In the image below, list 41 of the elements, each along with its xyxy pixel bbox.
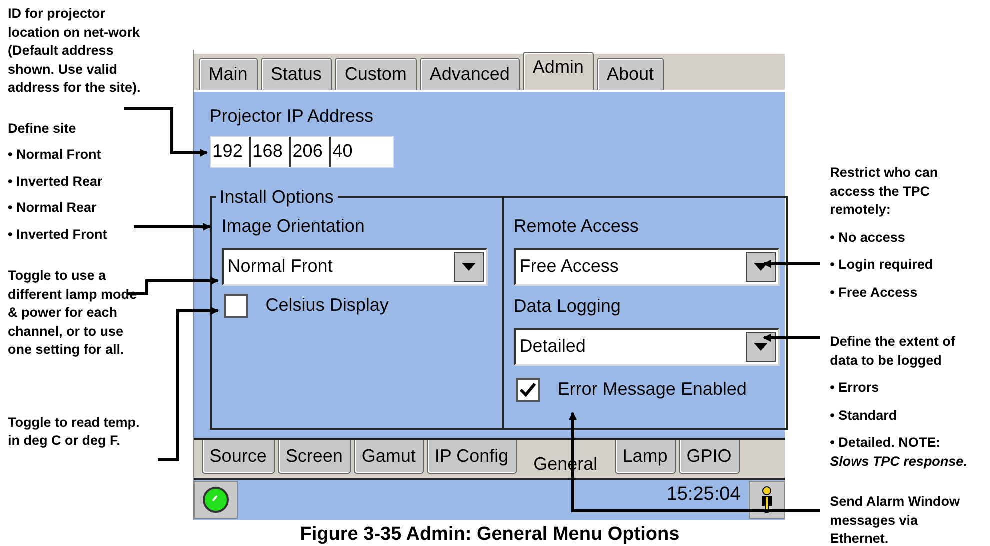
- annotation-text: Send Alarm Window messages via Ethernet.: [830, 493, 962, 546]
- ip-address-field[interactable]: 192 168 206 40: [210, 136, 394, 168]
- tab[interactable]: IP Config: [426, 440, 517, 474]
- tab[interactable]: Advanced: [420, 58, 520, 90]
- field-label: Image Orientation: [222, 214, 366, 238]
- checkbox-label: Celsius Display: [266, 295, 389, 316]
- figure-caption: Figure 3-35 Admin: General Menu Options: [299, 524, 681, 546]
- dropdown[interactable]: Normal Front: [222, 248, 488, 286]
- dropdown[interactable]: Detailed: [514, 328, 780, 366]
- annotation-text: ID for projector location on net-work (Default address shown. Use valid address for the site).: [8, 5, 142, 97]
- field-label: Remote Access: [514, 214, 640, 238]
- tab[interactable]: GPIO: [678, 440, 740, 474]
- tab[interactable]: Admin: [522, 52, 594, 90]
- clock-time: 15:25:04: [666, 485, 741, 506]
- annotation-text: Restrict who can access the TPC remotely:: [830, 164, 940, 219]
- annotation-bullet: • Normal Rear: [8, 199, 98, 217]
- annotation-bullet: • Free Access: [830, 284, 919, 302]
- annotation-bullet: • Inverted Rear: [8, 172, 104, 190]
- annotation-bullet: • Errors: [830, 379, 880, 397]
- tab[interactable]: Lamp: [614, 440, 676, 474]
- annotation-text: Define site: [8, 120, 78, 138]
- tab[interactable]: Main: [198, 58, 258, 90]
- annotation-bullet: • Inverted Front: [8, 226, 108, 244]
- annotation-bullet: • No access: [830, 228, 906, 246]
- tab[interactable]: Status: [260, 58, 332, 90]
- tab[interactable]: About: [596, 58, 664, 90]
- annotation-bullet: • Login required: [830, 256, 934, 274]
- ip-octet-field[interactable]: 206: [290, 136, 331, 167]
- annotation-bullet: • Detailed. NOTE: Slows TPC response.: [830, 434, 968, 471]
- tab[interactable]: Gamut: [354, 440, 424, 474]
- annotation-bullet: • Standard: [830, 406, 898, 424]
- tab[interactable]: Screen: [278, 440, 351, 474]
- annotation-bullet: • Normal Front: [8, 146, 102, 164]
- annotation-text: Toggle to read temp. in deg C or deg F.: [8, 414, 141, 450]
- tab[interactable]: Source: [202, 440, 275, 474]
- field-label: Projector IP Address: [210, 104, 375, 128]
- checkbox-label: Error Message Enabled: [558, 379, 747, 400]
- annotation-text: Define the extent of data to be logged: [830, 333, 956, 370]
- field-label: Data Logging: [514, 294, 622, 318]
- tab[interactable]: Custom: [334, 58, 417, 90]
- dropdown[interactable]: Free Access: [514, 248, 780, 286]
